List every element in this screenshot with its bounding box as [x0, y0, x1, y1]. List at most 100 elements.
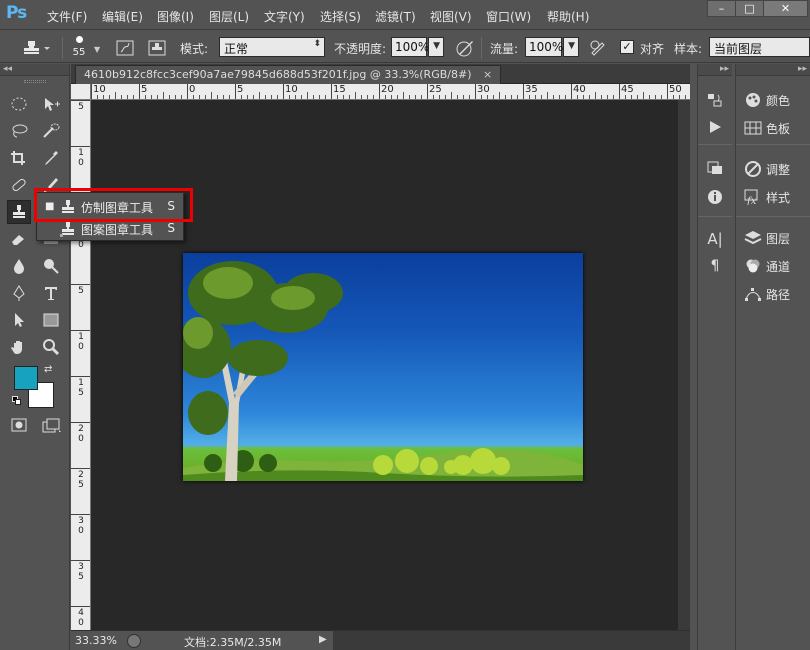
close-button[interactable]: ✕ — [763, 0, 808, 17]
marquee-icon — [11, 97, 27, 111]
document-tab[interactable]: 4610b912c8fcc3cef90a7ae79845d688d53f201f… — [75, 65, 502, 84]
panel-button-layers[interactable]: 图层 — [740, 226, 808, 250]
status-menu-arrow[interactable]: ▶ — [319, 634, 327, 645]
eyedropper-tool-button[interactable] — [39, 146, 63, 170]
toggle-clone-source-button[interactable] — [146, 38, 168, 58]
toggle-brush-panel-button[interactable] — [114, 38, 136, 58]
aligned-checkbox[interactable]: ✓ — [620, 40, 634, 54]
ruler-tick-label: 5 — [77, 286, 85, 296]
path-selection-tool-button[interactable] — [7, 308, 31, 332]
brush-size-picker[interactable]: 55 — [68, 35, 92, 61]
document-tab-title: 4610b912c8fcc3cef90a7ae79845d688d53f201f… — [84, 68, 472, 81]
move-tool-button[interactable] — [39, 92, 63, 116]
quick-selection-tool-button[interactable] — [39, 119, 63, 143]
tools-collapse-bar[interactable]: ◂◂ — [0, 64, 69, 76]
panel-button-channels[interactable]: 通道 — [740, 254, 808, 278]
swap-colors-icon[interactable]: ⇄ — [44, 364, 52, 375]
dock-collapse-bar[interactable]: ▸▸ — [736, 64, 810, 76]
rectangle-tool-button[interactable] — [39, 308, 63, 332]
menu-item[interactable]: 图像(I) — [157, 8, 194, 25]
paragraph-panel-button[interactable]: ¶ — [699, 254, 731, 278]
chevron-down-icon: ▼ — [433, 41, 440, 51]
sample-select[interactable]: 当前图层 — [709, 37, 810, 57]
menu-item[interactable]: 编辑(E) — [102, 8, 143, 25]
info-panel-button[interactable] — [699, 185, 731, 209]
panel-button-paths[interactable]: 路径 — [740, 282, 808, 306]
brush-size-dropdown-icon[interactable]: ▼ — [94, 45, 100, 54]
pen-tool-button[interactable] — [7, 281, 31, 305]
screen-mode-button[interactable] — [42, 418, 62, 434]
menu-item[interactable]: 滤镜(T) — [375, 8, 416, 25]
panel-button-styles-fx[interactable]: fx 样式 — [740, 185, 808, 209]
rectangle-icon — [43, 313, 59, 327]
vertical-ruler[interactable]: 510150510152025303540 — [71, 100, 91, 630]
lasso-tool-button[interactable] — [7, 119, 31, 143]
landscape-photo — [183, 261, 583, 481]
ruler-tick-label: 20 — [381, 84, 394, 95]
menu-item[interactable]: 视图(V) — [430, 8, 472, 25]
ruler-tick-label: 0 — [189, 84, 196, 95]
opacity-input[interactable]: 100% — [391, 37, 429, 57]
horizontal-ruler[interactable]: 10 5 0 5 10 15 20 25 30 35 40 45 50 — [91, 84, 690, 100]
flow-input[interactable]: 100% — [525, 37, 563, 57]
ruler-tick-digit: 1 — [78, 378, 84, 388]
menu-item[interactable]: 文字(Y) — [264, 8, 305, 25]
crop-tool-button[interactable] — [7, 146, 31, 170]
foreground-color-swatch-front[interactable] — [14, 366, 38, 390]
panel-button-color-palette[interactable]: 颜色 — [740, 88, 808, 112]
panel-button-adjustments[interactable]: 调整 — [740, 157, 808, 181]
image-canvas[interactable] — [183, 253, 583, 481]
minimize-button[interactable]: – — [707, 0, 736, 17]
panel-button-swatches[interactable]: 色板 — [740, 116, 808, 140]
ruler-tick-label: 10 — [77, 332, 85, 352]
marquee-tool-button[interactable] — [7, 92, 31, 116]
ruler-tick-digit: 0 — [78, 434, 84, 444]
type-tool-button[interactable] — [39, 281, 63, 305]
status-info-icon[interactable] — [127, 634, 141, 648]
zoom-level[interactable]: 33.33% — [75, 634, 117, 647]
quick-mask-button[interactable] — [11, 418, 27, 432]
flow-dropdown-button[interactable]: ▼ — [563, 37, 579, 57]
horizontal-scrollbar[interactable] — [333, 631, 690, 650]
dodge-tool-button[interactable] — [39, 254, 63, 278]
dock-collapse-bar[interactable]: ▸▸ — [698, 64, 732, 76]
character-panel-button[interactable]: A| — [699, 227, 731, 251]
menu-item[interactable]: 帮助(H) — [547, 8, 589, 25]
hand-tool-button[interactable] — [7, 335, 31, 359]
healing-brush-icon — [12, 178, 26, 192]
tool-preset-picker[interactable] — [18, 38, 54, 58]
menu-item[interactable]: 选择(S) — [320, 8, 361, 25]
dodge-icon — [44, 259, 59, 274]
close-tab-icon[interactable]: × — [483, 68, 492, 81]
paragraph-icon: ¶ — [710, 258, 720, 274]
default-colors-icon[interactable] — [12, 396, 22, 406]
actions-panel-button[interactable] — [699, 115, 731, 139]
menu-item[interactable]: 窗口(W) — [486, 8, 531, 25]
maximize-button[interactable]: □ — [735, 0, 764, 17]
history-panel-button[interactable] — [699, 88, 731, 112]
eraser-tool-button[interactable] — [7, 227, 31, 251]
healing-brush-tool-button[interactable] — [7, 173, 31, 197]
ruler-tick-digit: 5 — [78, 388, 84, 398]
channels-mini-button[interactable] — [699, 156, 731, 180]
blur-icon — [14, 259, 24, 274]
grip-handle[interactable] — [24, 80, 46, 83]
vertical-scrollbar[interactable] — [678, 100, 690, 630]
clone-stamp-tool-button[interactable] — [7, 200, 31, 224]
opacity-dropdown-button[interactable]: ▼ — [428, 37, 444, 57]
ruler-origin[interactable] — [71, 84, 91, 100]
brush-panel-icon — [116, 40, 134, 56]
hand-icon — [11, 341, 22, 354]
ruler-tick-label: 20 — [77, 424, 85, 444]
ruler-tick-digit: 3 — [78, 562, 84, 572]
pressure-opacity-button[interactable] — [454, 38, 476, 58]
menu-item[interactable]: 图层(L) — [209, 8, 249, 25]
svg-text:fx: fx — [746, 196, 757, 205]
airbrush-button[interactable] — [588, 38, 610, 58]
menu-item[interactable]: 文件(F) — [47, 8, 87, 25]
zoom-tool-button[interactable] — [39, 335, 63, 359]
ruler-tick-digit: 4 — [78, 608, 84, 618]
ruler-tick-label: 10 — [285, 84, 298, 95]
blur-tool-button[interactable] — [7, 254, 31, 278]
mode-select[interactable]: 正常 ⬍ — [219, 37, 325, 57]
